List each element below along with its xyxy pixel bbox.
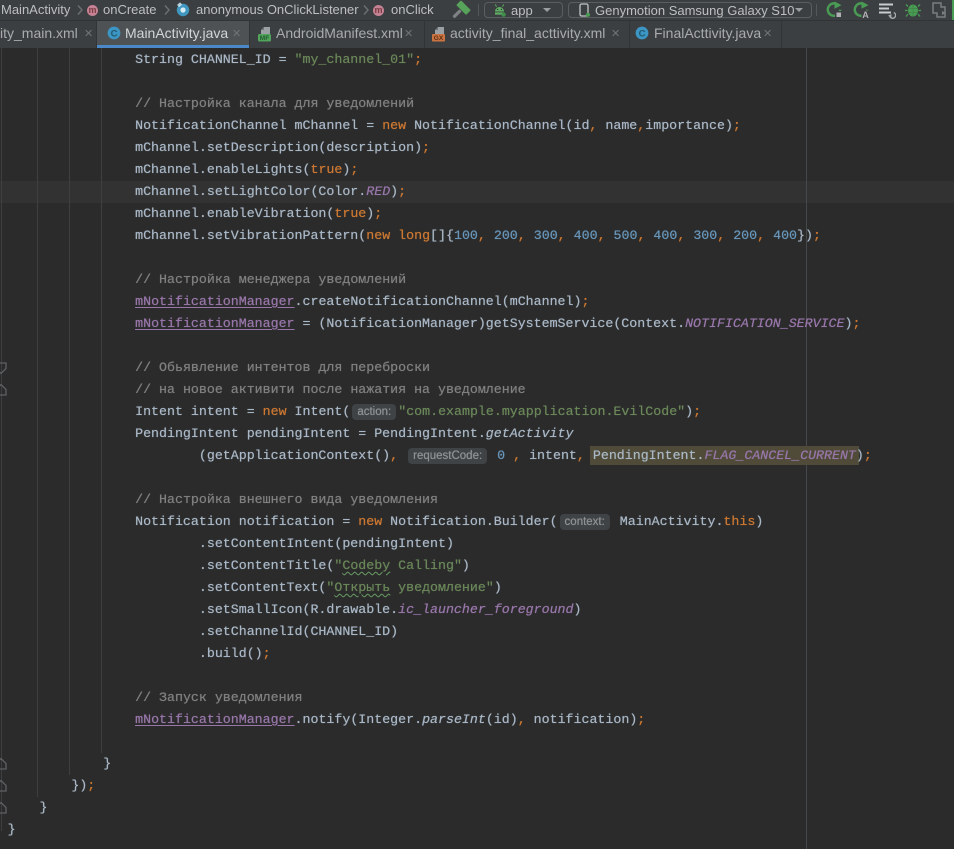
svg-text:MF: MF <box>260 35 269 42</box>
svg-text:GX: GX <box>434 35 444 42</box>
svg-text:C: C <box>111 29 118 40</box>
svg-text:A: A <box>862 10 869 19</box>
svg-text:C: C <box>639 29 646 40</box>
